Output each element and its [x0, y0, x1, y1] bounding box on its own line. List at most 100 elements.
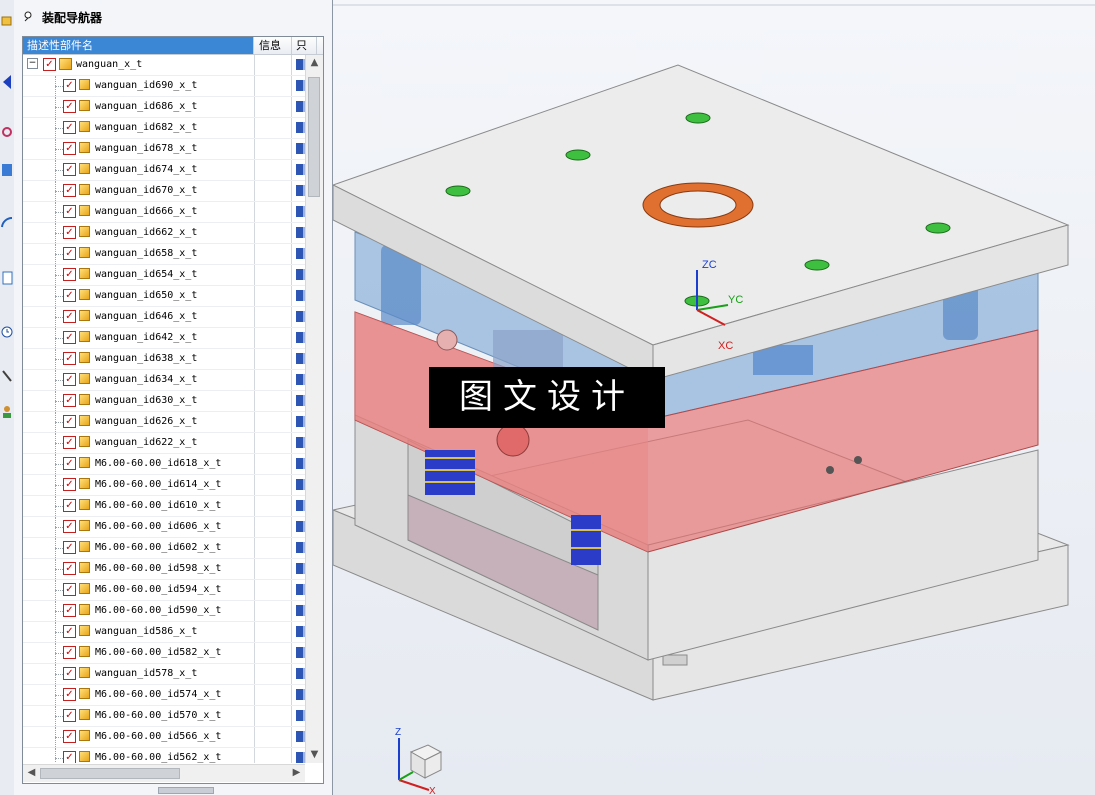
- tree-row[interactable]: ✓ wanguan_id654_x_t: [23, 265, 305, 286]
- scroll-right-icon[interactable]: ▶: [288, 765, 305, 781]
- tree-row[interactable]: ✓ M6.00-60.00_id618_x_t: [23, 454, 305, 475]
- checkbox-icon[interactable]: ✓: [63, 310, 76, 323]
- checkbox-icon[interactable]: ✓: [63, 226, 76, 239]
- scroll-left-icon[interactable]: ◀: [23, 765, 40, 781]
- checkbox-icon[interactable]: ✓: [63, 373, 76, 386]
- checkbox-icon[interactable]: ✓: [63, 436, 76, 449]
- checkbox-icon[interactable]: ✓: [63, 352, 76, 365]
- assembly-icon[interactable]: [0, 10, 13, 30]
- tree-row[interactable]: ✓ wanguan_id682_x_t: [23, 118, 305, 139]
- tree-root-row[interactable]: − ✓ wanguan_x_t: [23, 55, 305, 76]
- tree-row[interactable]: ✓ M6.00-60.00_id594_x_t: [23, 580, 305, 601]
- tree-row[interactable]: ✓ M6.00-60.00_id570_x_t: [23, 706, 305, 727]
- checkbox-icon[interactable]: ✓: [63, 247, 76, 260]
- tree-row[interactable]: ✓ wanguan_id630_x_t: [23, 391, 305, 412]
- tree-row[interactable]: ✓ wanguan_id674_x_t: [23, 160, 305, 181]
- checkbox-icon[interactable]: ✓: [63, 457, 76, 470]
- scroll-down-icon[interactable]: ▼: [306, 747, 323, 763]
- checkbox-icon[interactable]: ✓: [63, 415, 76, 428]
- pin-icon[interactable]: [22, 10, 34, 25]
- tree-row[interactable]: ✓ wanguan_id690_x_t: [23, 76, 305, 97]
- user-icon[interactable]: [0, 402, 13, 422]
- clock-icon[interactable]: [0, 322, 13, 342]
- tree-row[interactable]: ✓ wanguan_id622_x_t: [23, 433, 305, 454]
- checkbox-icon[interactable]: ✓: [63, 163, 76, 176]
- part-icon: [79, 121, 90, 132]
- readonly-icon: [296, 353, 305, 364]
- part-icon[interactable]: [0, 160, 13, 180]
- tree-row[interactable]: ✓ M6.00-60.00_id590_x_t: [23, 601, 305, 622]
- vertical-scrollbar[interactable]: ▲ ▼: [305, 55, 323, 763]
- tree-row[interactable]: ✓ wanguan_id658_x_t: [23, 244, 305, 265]
- checkbox-icon[interactable]: ✓: [63, 604, 76, 617]
- checkbox-icon[interactable]: ✓: [63, 667, 76, 680]
- tree-row[interactable]: ✓ M6.00-60.00_id562_x_t: [23, 748, 305, 763]
- tree-row[interactable]: ✓ wanguan_id578_x_t: [23, 664, 305, 685]
- readonly-icon: [296, 731, 305, 742]
- tree-row[interactable]: ✓ wanguan_id666_x_t: [23, 202, 305, 223]
- tree-row[interactable]: ✓ wanguan_id642_x_t: [23, 328, 305, 349]
- tree-row[interactable]: ✓ wanguan_id586_x_t: [23, 622, 305, 643]
- tree-row[interactable]: ✓ M6.00-60.00_id602_x_t: [23, 538, 305, 559]
- tree-row[interactable]: ✓ M6.00-60.00_id574_x_t: [23, 685, 305, 706]
- checkbox-icon[interactable]: ✓: [63, 583, 76, 596]
- checkbox-icon[interactable]: ✓: [63, 541, 76, 554]
- checkbox-icon[interactable]: ✓: [63, 184, 76, 197]
- horizontal-scrollbar[interactable]: ◀ ▶: [23, 764, 305, 782]
- checkbox-icon[interactable]: ✓: [63, 709, 76, 722]
- tree-row[interactable]: ✓ M6.00-60.00_id610_x_t: [23, 496, 305, 517]
- tree-row[interactable]: ✓ wanguan_id662_x_t: [23, 223, 305, 244]
- tree-row[interactable]: ✓ M6.00-60.00_id566_x_t: [23, 727, 305, 748]
- tool-icon[interactable]: [0, 366, 13, 386]
- checkbox-icon[interactable]: ✓: [63, 205, 76, 218]
- checkbox-icon[interactable]: ✓: [63, 100, 76, 113]
- column-header-name[interactable]: 描述性部件名: [23, 37, 254, 54]
- readonly-icon: [296, 458, 305, 469]
- tree-row[interactable]: ✓ wanguan_id638_x_t: [23, 349, 305, 370]
- checkbox-icon[interactable]: ✓: [63, 268, 76, 281]
- tree-row[interactable]: ✓ M6.00-60.00_id614_x_t: [23, 475, 305, 496]
- scroll-up-icon[interactable]: ▲: [306, 55, 323, 71]
- column-header-info[interactable]: 信息: [255, 37, 292, 54]
- checkbox-icon[interactable]: ✓: [63, 688, 76, 701]
- tree-row[interactable]: ✓ wanguan_id670_x_t: [23, 181, 305, 202]
- checkbox-icon[interactable]: ✓: [63, 625, 76, 638]
- scroll-thumb[interactable]: [40, 768, 180, 779]
- checkbox-icon[interactable]: ✓: [63, 79, 76, 92]
- checkbox-icon[interactable]: ✓: [63, 730, 76, 743]
- tree-row[interactable]: ✓ M6.00-60.00_id606_x_t: [23, 517, 305, 538]
- tree-row[interactable]: ✓ wanguan_id634_x_t: [23, 370, 305, 391]
- collapse-icon[interactable]: −: [27, 58, 38, 69]
- tree-row[interactable]: ✓ wanguan_id678_x_t: [23, 139, 305, 160]
- wifi-icon[interactable]: [0, 212, 13, 232]
- checkbox-icon[interactable]: ✓: [63, 142, 76, 155]
- tree-row[interactable]: ✓ wanguan_id646_x_t: [23, 307, 305, 328]
- checkbox-icon[interactable]: ✓: [63, 394, 76, 407]
- tree-row-label: wanguan_id666_x_t: [95, 206, 198, 217]
- back-icon[interactable]: [0, 72, 13, 92]
- tree-connector: [55, 464, 63, 465]
- tree-row[interactable]: ✓ wanguan_id626_x_t: [23, 412, 305, 433]
- checkbox-icon[interactable]: ✓: [43, 58, 56, 71]
- checkbox-icon[interactable]: ✓: [63, 751, 76, 763]
- resize-handle[interactable]: [158, 787, 214, 794]
- readonly-icon: [296, 647, 305, 658]
- scroll-thumb[interactable]: [308, 77, 320, 197]
- checkbox-icon[interactable]: ✓: [63, 646, 76, 659]
- constraint-icon[interactable]: [0, 122, 13, 142]
- checkbox-icon[interactable]: ✓: [63, 331, 76, 344]
- tree-row[interactable]: ✓ wanguan_id650_x_t: [23, 286, 305, 307]
- document-icon[interactable]: [0, 268, 13, 288]
- tree-row[interactable]: ✓ M6.00-60.00_id582_x_t: [23, 643, 305, 664]
- tree-row[interactable]: ✓ wanguan_id686_x_t: [23, 97, 305, 118]
- checkbox-icon[interactable]: ✓: [63, 562, 76, 575]
- column-header-readonly[interactable]: 只: [292, 37, 317, 54]
- checkbox-icon[interactable]: ✓: [63, 499, 76, 512]
- checkbox-icon[interactable]: ✓: [63, 478, 76, 491]
- readonly-icon: [296, 227, 305, 238]
- view-triad-icon: [398, 738, 443, 791]
- checkbox-icon[interactable]: ✓: [63, 289, 76, 302]
- checkbox-icon[interactable]: ✓: [63, 121, 76, 134]
- tree-row[interactable]: ✓ M6.00-60.00_id598_x_t: [23, 559, 305, 580]
- checkbox-icon[interactable]: ✓: [63, 520, 76, 533]
